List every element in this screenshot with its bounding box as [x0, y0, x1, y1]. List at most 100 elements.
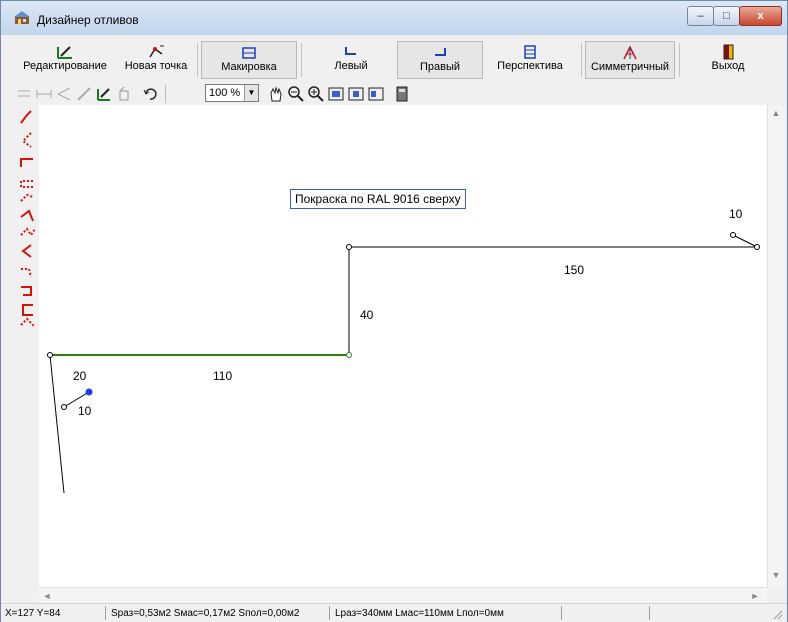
app-icon [14, 11, 30, 24]
zoom-select[interactable]: 100 % ▼ [205, 84, 259, 102]
right-label: Правый [419, 61, 461, 73]
secondary-toolbar: 100 % ▼ [15, 83, 615, 105]
dimension-label: 10 [729, 207, 743, 221]
vertical-scrollbar[interactable]: ▲ ▼ [767, 105, 785, 587]
layout-label: Макировка [221, 61, 277, 73]
new-point-button[interactable]: Новая точка [119, 41, 193, 79]
palette-item-12[interactable] [20, 317, 36, 328]
symmetric-icon [623, 45, 637, 60]
status-separator [105, 606, 106, 620]
toolbar-separator [679, 43, 680, 77]
edit-mode-label: Редактирование [23, 60, 107, 72]
status-lengths: Lраз=340мм Lмас=110мм Lпол=0мм [335, 608, 504, 619]
layout-icon [242, 47, 256, 59]
edit-mode-button[interactable]: Редактирование [11, 41, 119, 79]
calculator-icon[interactable] [393, 85, 411, 103]
selected-point[interactable] [85, 388, 93, 396]
status-separator [561, 606, 562, 620]
status-separator [649, 606, 650, 620]
profile-point[interactable] [61, 404, 67, 410]
layout-button[interactable]: Макировка [201, 41, 297, 79]
undo-icon[interactable] [141, 85, 159, 103]
perspective-button[interactable]: Перспектива [483, 41, 577, 79]
right-drip-icon [435, 48, 446, 56]
title-bar[interactable]: Дизайнер отливов – □ x [1, 1, 787, 35]
palette-item-1[interactable] [20, 110, 32, 124]
palette-item-7[interactable] [20, 227, 36, 237]
close-button[interactable]: x [739, 6, 782, 26]
pen-icon[interactable] [75, 85, 93, 103]
scroll-left-icon[interactable]: ◄ [39, 588, 55, 604]
profile-drawing[interactable] [39, 105, 767, 587]
profile-line-right [348, 234, 758, 355]
edit-ruler-icon[interactable] [95, 85, 113, 103]
toolbar-separator [581, 43, 582, 77]
fit-icon[interactable] [327, 85, 345, 103]
status-bar: X=127 Y=84 Sраз=0,53м2 Sмас=0,17м2 Sпол=… [1, 603, 787, 622]
chevron-down-icon[interactable]: ▼ [244, 85, 258, 101]
left-button[interactable]: Левый [305, 41, 397, 79]
perspective-icon [524, 45, 536, 59]
profile-point[interactable] [346, 352, 352, 358]
dimension-label: 20 [73, 369, 87, 383]
left-drip-icon [345, 47, 356, 55]
zoom-value: 100 % [209, 87, 241, 99]
toolbar-separator [197, 43, 198, 77]
perspective-label: Перспектива [497, 60, 563, 72]
align-icon[interactable] [15, 85, 33, 103]
zoom-in-icon[interactable] [307, 85, 325, 103]
profile-point[interactable] [754, 244, 760, 250]
right-button[interactable]: Правый [397, 41, 483, 79]
palette-item-3[interactable] [20, 158, 33, 167]
maximize-button[interactable]: □ [713, 6, 740, 26]
drawing-canvas[interactable] [39, 105, 767, 587]
palette-item-8[interactable] [21, 244, 32, 258]
profile-point[interactable] [346, 244, 352, 250]
new-point-icon [149, 45, 164, 58]
window-title: Дизайнер отливов [37, 13, 139, 27]
status-coords: X=127 Y=84 [5, 608, 61, 619]
main-toolbar: Редактирование Новая точка Макировка Лев… [11, 41, 781, 81]
palette-item-4[interactable] [20, 180, 35, 188]
zoom-out-icon[interactable] [287, 85, 305, 103]
profile-point[interactable] [47, 352, 53, 358]
left-label: Левый [334, 60, 368, 72]
profile-point[interactable] [730, 232, 736, 238]
resize-grip-icon[interactable] [771, 608, 783, 620]
scroll-down-icon[interactable]: ▼ [768, 567, 784, 583]
toolbar-separator [301, 43, 302, 77]
page-icon[interactable] [347, 85, 365, 103]
palette-item-2[interactable] [21, 132, 32, 148]
dimension-label: 40 [360, 308, 374, 322]
hand-pan-icon[interactable] [267, 85, 285, 103]
palette-item-9[interactable] [21, 268, 32, 278]
scroll-right-icon[interactable]: ► [747, 588, 763, 604]
page-width-icon[interactable] [367, 85, 385, 103]
palette-item-5[interactable] [20, 193, 34, 202]
profile-line-left [49, 354, 65, 494]
app-window: Дизайнер отливов – □ x Редактирование Но… [0, 0, 788, 622]
dimension-icon[interactable] [35, 85, 53, 103]
toolbar-separator [165, 85, 166, 103]
palette-item-11[interactable] [22, 304, 33, 316]
edit-ruler-icon [57, 46, 72, 59]
exit-door-icon [723, 44, 734, 60]
paint-note-label[interactable]: Покраска по RAL 9016 сверху [290, 189, 466, 209]
exit-button[interactable]: Выход [683, 41, 773, 79]
paint-bucket-icon[interactable] [115, 85, 133, 103]
palette-item-6[interactable] [20, 209, 34, 222]
symmetric-button[interactable]: Симметричный [585, 41, 675, 79]
status-separator [329, 606, 330, 620]
profile-palette [20, 110, 36, 328]
status-areas: Sраз=0,53м2 Sмас=0,17м2 Sпол=0,00м2 [111, 608, 300, 619]
dimension-label: 110 [213, 369, 233, 383]
minimize-button[interactable]: – [687, 6, 714, 26]
exit-label: Выход [711, 60, 745, 72]
dimension-label: 10 [78, 404, 92, 418]
palette-item-10[interactable] [21, 286, 32, 296]
symmetric-label: Симметричный [590, 61, 670, 73]
dimension-label: 150 [564, 263, 585, 277]
angle-icon[interactable] [55, 85, 73, 103]
new-point-label: Новая точка [124, 60, 188, 72]
scroll-up-icon[interactable]: ▲ [768, 105, 784, 121]
